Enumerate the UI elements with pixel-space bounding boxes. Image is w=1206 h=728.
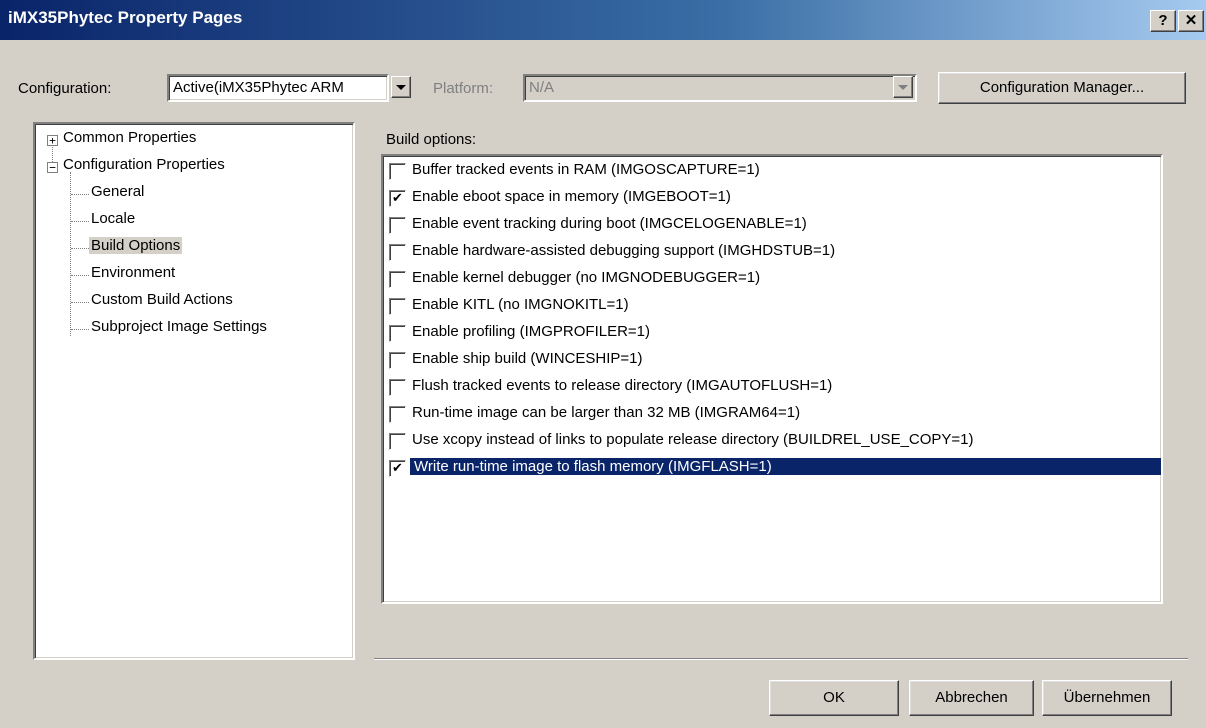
title-bar[interactable]: iMX35Phytec Property Pages ? ✕ [0, 0, 1206, 40]
build-option-row[interactable]: ✔ Write run-time image to flash memory (I… [387, 455, 1161, 482]
build-options-label: Build options: [386, 131, 477, 148]
checkbox[interactable]: ✔ [389, 460, 406, 477]
window-title: iMX35Phytec Property Pages [8, 8, 243, 27]
configuration-combobox[interactable]: Active(iMX35Phytec ARM [167, 74, 389, 102]
build-option-row[interactable]: Enable event tracking during boot (IMGCE… [387, 212, 1159, 239]
platform-label: Platform: [433, 80, 494, 97]
tree-item-general[interactable]: General [91, 183, 144, 200]
checkbox[interactable] [389, 406, 406, 423]
build-options-list[interactable]: Buffer tracked events in RAM (IMGOSCAPTU… [381, 154, 1163, 604]
tree-connector [71, 275, 89, 276]
close-icon: ✕ [1184, 12, 1198, 29]
tree-connector [71, 248, 89, 249]
ok-button[interactable]: OK [769, 680, 899, 716]
build-option-label: Enable eboot space in memory (IMGEBOOT=1… [412, 188, 731, 205]
platform-dropdown-button[interactable] [893, 76, 913, 98]
build-option-row[interactable]: Enable ship build (WINCESHIP=1) [387, 347, 1159, 374]
tree-item-locale[interactable]: Locale [91, 210, 135, 227]
checkbox[interactable] [389, 163, 406, 180]
checkbox[interactable] [389, 352, 406, 369]
tree-connector [71, 302, 89, 303]
help-button[interactable]: ? [1150, 10, 1176, 32]
checkbox[interactable] [389, 433, 406, 450]
build-option-row[interactable]: Enable hardware-assisted debugging suppo… [387, 239, 1159, 266]
configuration-dropdown-button[interactable] [391, 76, 411, 98]
tree-item-custom-build-actions[interactable]: Custom Build Actions [91, 291, 233, 308]
configuration-value: Active(iMX35Phytec ARM [173, 79, 344, 96]
chevron-down-icon [396, 85, 406, 90]
checkmark-icon: ✔ [392, 460, 403, 475]
build-option-row[interactable]: Buffer tracked events in RAM (IMGOSCAPTU… [387, 158, 1159, 185]
checkbox[interactable] [389, 271, 406, 288]
collapse-icon[interactable]: − [47, 162, 58, 173]
build-option-row[interactable]: Enable profiling (IMGPROFILER=1) [387, 320, 1159, 347]
build-option-label: Use xcopy instead of links to populate r… [412, 431, 974, 448]
tree-connector [71, 194, 89, 195]
chevron-down-icon [898, 85, 908, 90]
build-option-label: Flush tracked events to release director… [412, 377, 833, 394]
checkbox[interactable]: ✔ [389, 190, 406, 207]
build-option-label: Enable kernel debugger (no IMGNODEBUGGER… [412, 269, 761, 286]
expand-icon[interactable]: + [47, 135, 58, 146]
close-button[interactable]: ✕ [1178, 10, 1204, 32]
tree-connector [71, 329, 89, 330]
tree-connector [71, 221, 89, 222]
separator [374, 658, 1188, 660]
build-option-label: Run-time image can be larger than 32 MB … [412, 404, 801, 421]
build-option-row[interactable]: Enable KITL (no IMGNOKITL=1) [387, 293, 1159, 320]
configuration-label: Configuration: [18, 80, 112, 97]
build-option-row[interactable]: Run-time image can be larger than 32 MB … [387, 401, 1159, 428]
help-icon: ? [1158, 12, 1168, 29]
checkbox[interactable] [389, 298, 406, 315]
tree-item-configuration-properties[interactable]: Configuration Properties [63, 156, 225, 173]
build-option-label: Enable KITL (no IMGNOKITL=1) [412, 296, 629, 313]
build-option-label: Enable hardware-assisted debugging suppo… [412, 242, 836, 259]
cancel-button[interactable]: Abbrechen [909, 680, 1034, 716]
build-option-row[interactable]: Flush tracked events to release director… [387, 374, 1159, 401]
build-option-row[interactable]: ✔ Enable eboot space in memory (IMGEBOOT=… [387, 185, 1159, 212]
platform-value: N/A [529, 79, 555, 96]
tree-item-common-properties[interactable]: Common Properties [63, 129, 196, 146]
tree-item-build-options[interactable]: Build Options [89, 237, 183, 254]
tree-item-environment[interactable]: Environment [91, 264, 175, 281]
build-option-row[interactable]: Use xcopy instead of links to populate r… [387, 428, 1159, 455]
tree-item-subproject-image-settings[interactable]: Subproject Image Settings [91, 318, 267, 335]
build-option-label: Enable ship build (WINCESHIP=1) [412, 350, 643, 367]
build-option-label: Buffer tracked events in RAM (IMGOSCAPTU… [412, 161, 760, 178]
checkbox[interactable] [389, 217, 406, 234]
checkbox[interactable] [389, 379, 406, 396]
checkbox[interactable] [389, 244, 406, 261]
configuration-manager-button[interactable]: Configuration Manager... [938, 72, 1186, 104]
build-option-label: Enable event tracking during boot (IMGCE… [412, 215, 807, 232]
build-option-label: Write run-time image to flash memory (IM… [409, 457, 1161, 476]
tree-connector [70, 172, 71, 336]
build-option-row[interactable]: Enable kernel debugger (no IMGNODEBUGGER… [387, 266, 1159, 293]
platform-combobox[interactable]: N/A [523, 74, 917, 102]
property-tree[interactable]: + Common Properties − Configuration Prop… [33, 122, 355, 660]
apply-button[interactable]: Übernehmen [1042, 680, 1172, 716]
checkmark-icon: ✔ [392, 190, 403, 205]
checkbox[interactable] [389, 325, 406, 342]
build-option-label: Enable profiling (IMGPROFILER=1) [412, 323, 651, 340]
